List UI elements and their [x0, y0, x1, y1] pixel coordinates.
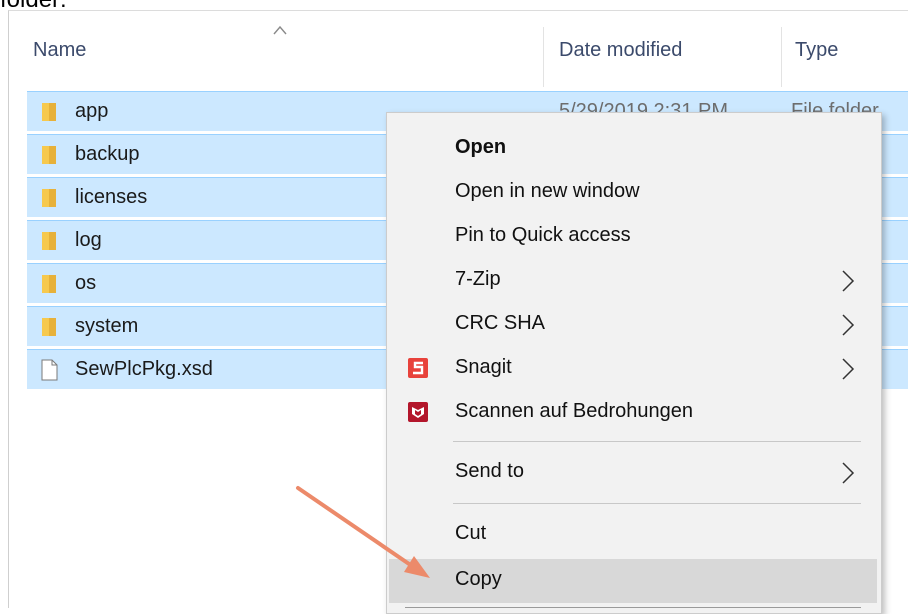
column-header-type[interactable]: Type: [795, 39, 838, 62]
mcafee-shield-icon: [408, 402, 428, 422]
menu-item-label: Copy: [455, 568, 502, 590]
folder-icon: [42, 146, 56, 164]
folder-icon: [42, 275, 56, 293]
file-name: log: [75, 229, 102, 251]
menu-item-send-to[interactable]: Send to: [389, 451, 877, 495]
menu-item-open-in-new-window[interactable]: Open in new window: [389, 171, 877, 215]
menu-separator: [405, 607, 861, 608]
menu-item-pin-to-quick-access[interactable]: Pin to Quick access: [389, 215, 877, 259]
column-header-date-modified[interactable]: Date modified: [559, 39, 682, 62]
file-name: app: [75, 100, 109, 122]
menu-item-copy[interactable]: Copy: [389, 559, 877, 603]
menu-item-label: Send to: [455, 460, 524, 482]
file-name: backup: [75, 143, 140, 165]
column-divider[interactable]: [781, 27, 782, 87]
snagit-icon: [408, 358, 428, 378]
column-header-name[interactable]: Name: [33, 39, 86, 62]
menu-item-cut[interactable]: Cut: [389, 513, 877, 557]
file-icon: [41, 359, 58, 381]
folder-icon: [42, 103, 56, 121]
chevron-right-icon: [842, 462, 855, 484]
menu-item-label: Open in new window: [455, 180, 640, 202]
column-divider[interactable]: [543, 27, 544, 87]
menu-separator: [453, 503, 861, 504]
chevron-right-icon: [842, 270, 855, 292]
file-name: os: [75, 272, 97, 294]
chevron-right-icon: [842, 358, 855, 380]
menu-item-crc-sha[interactable]: CRC SHA: [389, 303, 877, 347]
menu-item-label: Cut: [455, 522, 487, 544]
menu-separator: [453, 441, 861, 442]
menu-item-label: Pin to Quick access: [455, 224, 631, 246]
menu-item-label: 7-Zip: [455, 268, 501, 290]
folder-icon: [42, 232, 56, 250]
file-name: SewPlcPkg.xsd: [75, 358, 213, 380]
menu-item-scan-threats[interactable]: Scannen auf Bedrohungen: [389, 391, 877, 435]
folder-icon: [42, 189, 56, 207]
column-header-bar: Name Date modified Type: [9, 11, 908, 91]
file-name: licenses: [75, 186, 148, 208]
menu-item-label: Open: [455, 136, 507, 158]
menu-item-snagit[interactable]: Snagit: [389, 347, 877, 391]
menu-item-label: CRC SHA: [455, 312, 546, 334]
menu-item-open[interactable]: Open: [389, 127, 877, 171]
menu-item-7zip[interactable]: 7-Zip: [389, 259, 877, 303]
file-name: system: [75, 315, 139, 337]
chevron-right-icon: [842, 314, 855, 336]
menu-item-label: Scannen auf Bedrohungen: [455, 400, 693, 422]
sort-ascending-icon[interactable]: [273, 25, 287, 35]
folder-icon: [42, 318, 56, 336]
context-menu: Open Open in new window Pin to Quick acc…: [386, 112, 882, 614]
menu-item-label: Snagit: [455, 356, 512, 378]
